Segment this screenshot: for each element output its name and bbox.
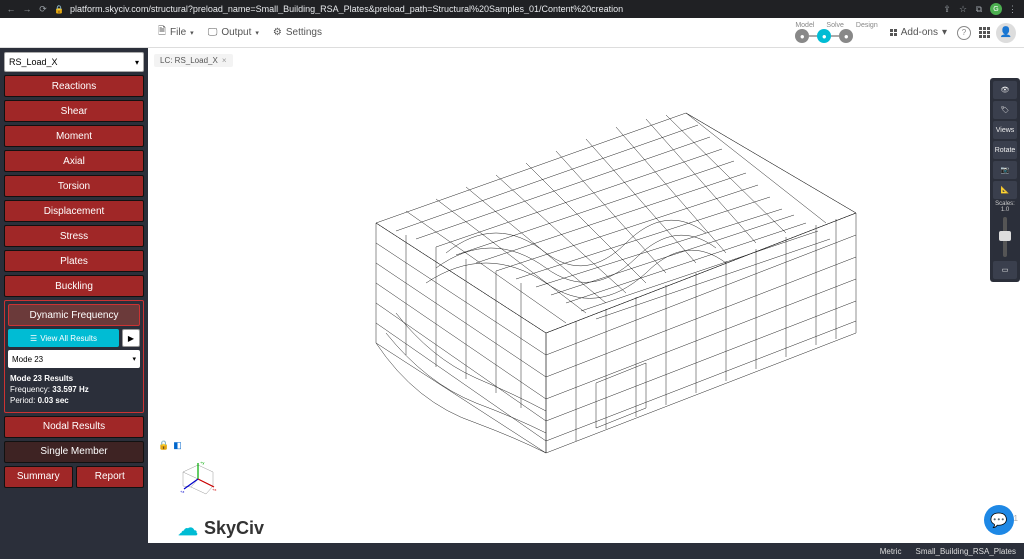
- list-icon: ☰: [30, 334, 37, 343]
- units-indicator[interactable]: Metric: [880, 547, 902, 556]
- user-avatar[interactable]: 👤: [996, 23, 1016, 43]
- pipeline-model[interactable]: ●: [795, 29, 809, 43]
- back-icon[interactable]: ←: [6, 4, 16, 14]
- star-icon[interactable]: ☆: [958, 4, 968, 15]
- file-menu[interactable]: 🗎 File ▾: [158, 24, 194, 41]
- viewport-toggles: 🔒 ◧: [158, 440, 182, 451]
- workflow-pipeline: Model Solve Design ● ● ●: [795, 22, 877, 43]
- settings-menu[interactable]: ⚙ Settings: [273, 27, 322, 38]
- chat-icon: 💬: [990, 512, 1007, 529]
- file-icon: 🗎: [158, 24, 166, 41]
- nodal-results-button[interactable]: Nodal Results: [4, 416, 144, 438]
- axis-gizmo[interactable]: +y +x +z: [178, 459, 218, 499]
- view-all-results-button[interactable]: ☰ View All Results: [8, 329, 119, 347]
- chat-support-button[interactable]: 💬: [984, 505, 1014, 535]
- displacement-button[interactable]: Displacement: [4, 200, 144, 222]
- labels-tool[interactable]: 🏷: [993, 101, 1017, 119]
- chevron-down-icon: ▾: [190, 29, 194, 37]
- svg-text:+z: +z: [180, 489, 184, 494]
- palette-toggle-icon[interactable]: ◧: [173, 440, 182, 451]
- help-icon[interactable]: ?: [957, 26, 971, 40]
- browser-menu-icon[interactable]: ⋮: [1008, 4, 1018, 15]
- scale-label: Scales:1.0: [995, 201, 1015, 213]
- chevron-down-icon: ▾: [132, 355, 136, 363]
- svg-text:+y: +y: [200, 460, 204, 465]
- reactions-button[interactable]: Reactions: [4, 75, 144, 97]
- app-toolbar: 🗎 File ▾ 🖵 Output ▾ ⚙ Settings Model Sol…: [0, 18, 1024, 48]
- browser-profile-avatar[interactable]: G: [990, 3, 1002, 15]
- chevron-down-icon: ▾: [942, 27, 947, 38]
- pipeline-design[interactable]: ●: [839, 29, 853, 43]
- load-case-select[interactable]: RS_Load_X ▾: [4, 52, 144, 72]
- play-animation-button[interactable]: ▶: [122, 329, 140, 347]
- browser-chrome: ← → ⟳ 🔒 platform.skyciv.com/structural?p…: [0, 0, 1024, 18]
- dynamic-frequency-button[interactable]: Dynamic Frequency: [8, 304, 140, 326]
- viewport[interactable]: LC: RS_Load_X ×: [148, 48, 1024, 559]
- view-tools-strip: 👁 🏷 Views Rotate 📷 📐 Scales:1.0 ▭: [990, 78, 1020, 282]
- mode-results-panel: Mode 23 Results Frequency: 33.597 Hz Per…: [8, 371, 140, 409]
- mesh-wireframe: [266, 83, 906, 503]
- scale-slider[interactable]: [1003, 217, 1007, 257]
- reload-icon[interactable]: ⟳: [38, 4, 48, 15]
- mode-select[interactable]: Mode 23 ▾: [8, 350, 140, 368]
- pipeline-solve[interactable]: ●: [817, 29, 831, 43]
- screenshot-tool[interactable]: 📷: [993, 161, 1017, 179]
- svg-text:+x: +x: [212, 487, 216, 492]
- moment-button[interactable]: Moment: [4, 125, 144, 147]
- share-icon[interactable]: ⇪: [942, 4, 952, 15]
- results-sidebar: RS_Load_X ▾ Reactions Shear Moment Axial…: [0, 48, 148, 559]
- gear-icon: ⚙: [273, 27, 282, 38]
- torsion-button[interactable]: Torsion: [4, 175, 144, 197]
- summary-button[interactable]: Summary: [4, 466, 73, 488]
- stress-button[interactable]: Stress: [4, 225, 144, 247]
- scale-slider-thumb[interactable]: [999, 231, 1011, 241]
- skyciv-logo: ☁ SkyCiv: [178, 516, 264, 541]
- extension-icon[interactable]: ⧉: [974, 4, 984, 15]
- measure-tool[interactable]: 📐: [993, 181, 1017, 199]
- chevron-down-icon: ▾: [135, 58, 139, 67]
- views-tool[interactable]: Views: [993, 121, 1017, 139]
- plates-button[interactable]: Plates: [4, 250, 144, 272]
- grid-icon: [890, 29, 897, 36]
- output-menu[interactable]: 🖵 Output ▾: [208, 27, 259, 38]
- visibility-tool[interactable]: 👁: [993, 81, 1017, 99]
- scale-input[interactable]: ▭: [993, 261, 1017, 279]
- monitor-icon: 🖵: [208, 27, 218, 38]
- filename-indicator: Small_Building_RSA_Plates: [916, 547, 1017, 556]
- apps-icon[interactable]: [979, 27, 990, 38]
- axial-button[interactable]: Axial: [4, 150, 144, 172]
- lock-toggle-icon[interactable]: 🔒: [158, 440, 169, 451]
- report-button[interactable]: Report: [76, 466, 145, 488]
- dynamic-frequency-section: Dynamic Frequency ☰ View All Results ▶ M…: [4, 300, 144, 413]
- buckling-button[interactable]: Buckling: [4, 275, 144, 297]
- load-case-chip: LC: RS_Load_X ×: [154, 54, 233, 67]
- rotate-tool[interactable]: Rotate: [993, 141, 1017, 159]
- forward-icon[interactable]: →: [22, 4, 32, 14]
- status-bar: Metric Small_Building_RSA_Plates: [148, 543, 1024, 559]
- chevron-down-icon: ▾: [255, 29, 259, 37]
- close-icon[interactable]: ×: [222, 56, 227, 65]
- cloud-icon: ☁: [178, 516, 198, 541]
- addons-menu[interactable]: Add-ons ▾: [890, 27, 947, 38]
- address-bar[interactable]: platform.skyciv.com/structural?preload_n…: [70, 4, 936, 14]
- lock-icon: 🔒: [54, 5, 64, 14]
- shear-button[interactable]: Shear: [4, 100, 144, 122]
- single-member-button[interactable]: Single Member: [4, 441, 144, 463]
